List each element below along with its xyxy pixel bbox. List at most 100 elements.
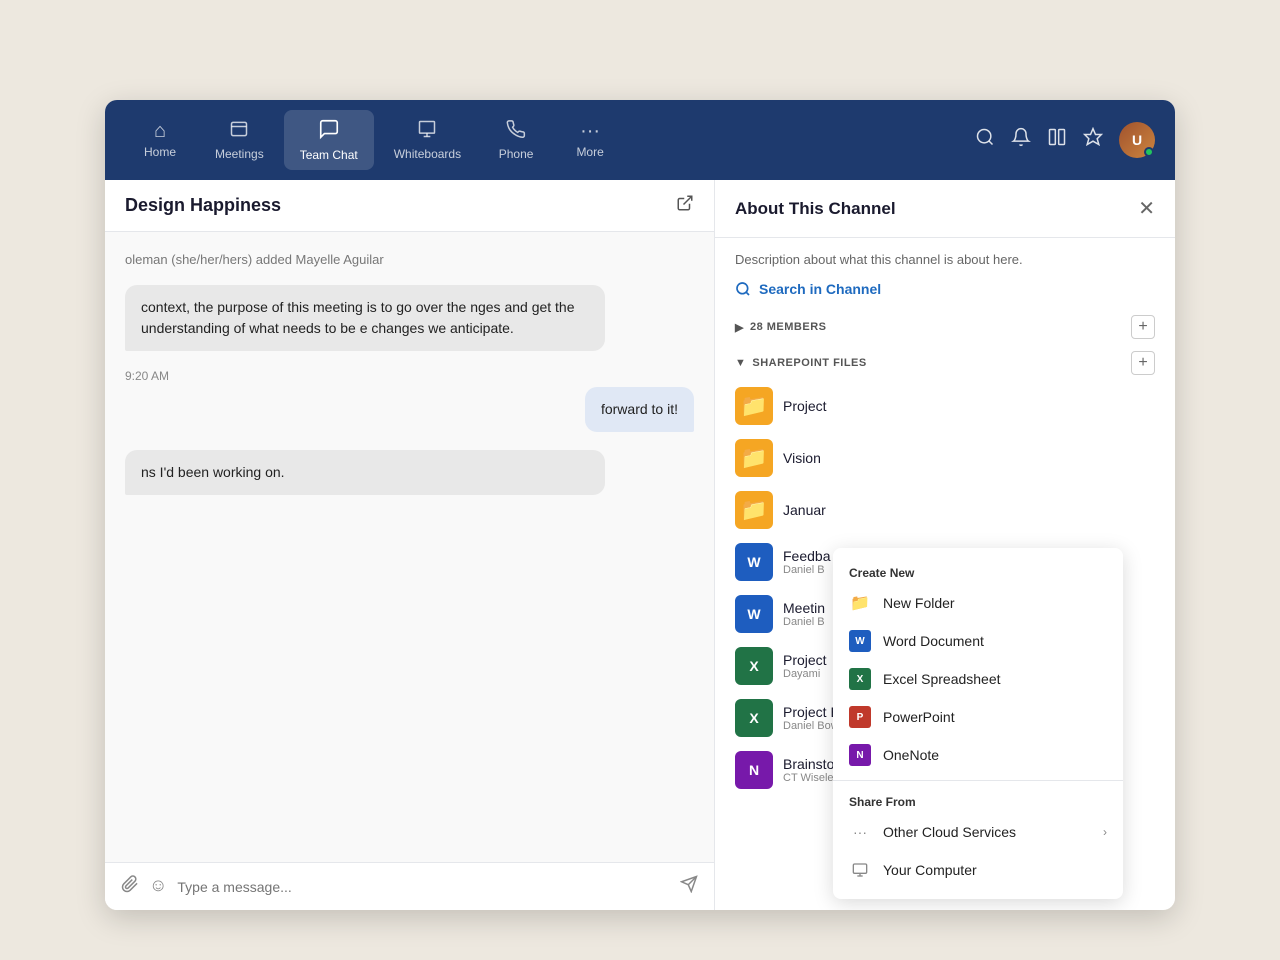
main-content: Design Happiness oleman (she/her/hers) a… — [105, 180, 1175, 910]
dropdown-ppt[interactable]: P PowerPoint — [833, 698, 1123, 736]
paperclip-icon[interactable] — [121, 875, 139, 898]
word-icon-5: W — [735, 595, 773, 633]
emoji-icon[interactable]: ☺ — [149, 875, 167, 898]
bell-icon[interactable] — [1011, 127, 1031, 153]
chat-panel: Design Happiness oleman (she/her/hers) a… — [105, 180, 715, 910]
chat-input-field[interactable] — [177, 879, 670, 895]
files-section-label: ▼ SHAREPOINT FILES — [735, 357, 867, 369]
cloud-services-icon: ··· — [849, 821, 871, 843]
panel-header: About This Channel ✕ — [715, 180, 1175, 238]
chat-body: oleman (she/her/hers) added Mayelle Agui… — [105, 232, 714, 862]
file-item-3[interactable]: 📁 Januar — [735, 491, 1155, 529]
search-in-channel[interactable]: Search in Channel — [735, 281, 1155, 297]
top-nav: ⌂ Home Meetings Team Chat — [105, 100, 1175, 180]
panel-description: Description about what this channel is a… — [735, 252, 1155, 267]
dropdown-onenote[interactable]: N OneNote — [833, 736, 1123, 774]
nav-item-meetings[interactable]: Meetings — [199, 111, 280, 169]
phone-icon — [506, 119, 526, 143]
onenote-label: OneNote — [883, 747, 939, 763]
search-nav-icon[interactable] — [975, 127, 995, 153]
dropdown-your-computer[interactable]: Your Computer — [833, 851, 1123, 889]
add-file-button[interactable]: + — [1131, 351, 1155, 375]
chat-input-area: ☺ — [105, 862, 714, 910]
folder-icon-2: 📁 — [735, 439, 773, 477]
dropdown-divider — [833, 780, 1123, 781]
nav-label-more: More — [576, 145, 603, 159]
chevron-down-icon: ▼ — [735, 357, 746, 369]
right-panel: About This Channel ✕ Description about w… — [715, 180, 1175, 910]
new-folder-icon: 📁 — [849, 592, 871, 614]
more-icon: ··· — [580, 121, 600, 141]
meetings-icon — [229, 119, 249, 143]
panel-title: About This Channel — [735, 199, 896, 219]
chat-input-icons: ☺ — [121, 875, 167, 898]
word-icon-4: W — [735, 543, 773, 581]
message-right-wrap: forward to it! — [125, 387, 694, 450]
home-icon: ⌂ — [154, 121, 166, 141]
message-3: ns I'd been working on. — [125, 450, 605, 495]
file-name-2: Vision — [783, 450, 1155, 466]
ai-icon[interactable] — [1083, 127, 1103, 153]
excel-icon-7: X — [735, 699, 773, 737]
send-icon[interactable] — [680, 875, 698, 898]
nav-right: U — [975, 122, 1155, 158]
nav-item-phone[interactable]: Phone — [481, 111, 551, 169]
system-message: oleman (she/her/hers) added Mayelle Agui… — [125, 252, 694, 267]
excel-icon-6: X — [735, 647, 773, 685]
folder-icon-1: 📁 — [735, 387, 773, 425]
dropdown-word-doc[interactable]: W Word Document — [833, 622, 1123, 660]
nav-label-team-chat: Team Chat — [300, 148, 358, 162]
app-window: ⌂ Home Meetings Team Chat — [105, 100, 1175, 910]
members-section-row: ▶ 28 MEMBERS + — [735, 315, 1155, 339]
ppt-icon: P — [849, 706, 871, 728]
nav-item-more[interactable]: ··· More — [555, 113, 625, 167]
excel-doc-icon: X — [849, 668, 871, 690]
files-section-row: ▼ SHAREPOINT FILES + — [735, 351, 1155, 375]
create-new-label: Create New — [833, 558, 1123, 584]
file-item-2[interactable]: 📁 Vision — [735, 439, 1155, 477]
dropdown-cloud-services[interactable]: ··· Other Cloud Services › — [833, 813, 1123, 851]
nav-label-phone: Phone — [499, 147, 534, 161]
members-section-label: ▶ 28 MEMBERS — [735, 321, 827, 334]
nav-label-whiteboards: Whiteboards — [394, 147, 461, 161]
search-channel-label: Search in Channel — [759, 281, 881, 297]
user-avatar[interactable]: U — [1119, 122, 1155, 158]
word-doc-icon: W — [849, 630, 871, 652]
computer-icon — [849, 859, 871, 881]
team-chat-icon — [318, 118, 340, 144]
message-2: forward to it! — [585, 387, 694, 432]
layout-icon[interactable] — [1047, 127, 1067, 153]
create-new-dropdown: Create New 📁 New Folder W Word Document … — [833, 548, 1123, 899]
external-link-icon[interactable] — [676, 194, 694, 217]
nav-label-home: Home — [144, 145, 176, 159]
arrow-right-icon: › — [1103, 825, 1107, 839]
word-doc-label: Word Document — [883, 633, 984, 649]
excel-label: Excel Spreadsheet — [883, 671, 1001, 687]
file-info-1: Project — [783, 398, 1155, 414]
cloud-services-label: Other Cloud Services — [883, 824, 1016, 840]
dropdown-new-folder[interactable]: 📁 New Folder — [833, 584, 1123, 622]
your-computer-label: Your Computer — [883, 862, 977, 878]
new-folder-label: New Folder — [883, 595, 955, 611]
nav-label-meetings: Meetings — [215, 147, 264, 161]
nav-item-whiteboards[interactable]: Whiteboards — [378, 111, 477, 169]
file-name-3: Januar — [783, 502, 1155, 518]
ppt-label: PowerPoint — [883, 709, 955, 725]
file-name-1: Project — [783, 398, 1155, 414]
nav-item-home[interactable]: ⌂ Home — [125, 113, 195, 167]
chat-header: Design Happiness — [105, 180, 714, 232]
dropdown-excel[interactable]: X Excel Spreadsheet — [833, 660, 1123, 698]
message-time: 9:20 AM — [125, 369, 694, 383]
whiteboards-icon — [417, 119, 437, 143]
onenote-icon-8: N — [735, 751, 773, 789]
add-member-button[interactable]: + — [1131, 315, 1155, 339]
onenote-doc-icon: N — [849, 744, 871, 766]
folder-icon-3: 📁 — [735, 491, 773, 529]
share-from-label: Share From — [833, 787, 1123, 813]
file-item-1[interactable]: 📁 Project — [735, 387, 1155, 425]
close-button[interactable]: ✕ — [1138, 196, 1155, 221]
online-status — [1144, 147, 1154, 157]
chat-title: Design Happiness — [125, 195, 281, 216]
nav-item-team-chat[interactable]: Team Chat — [284, 110, 374, 170]
message-1: context, the purpose of this meeting is … — [125, 285, 605, 351]
